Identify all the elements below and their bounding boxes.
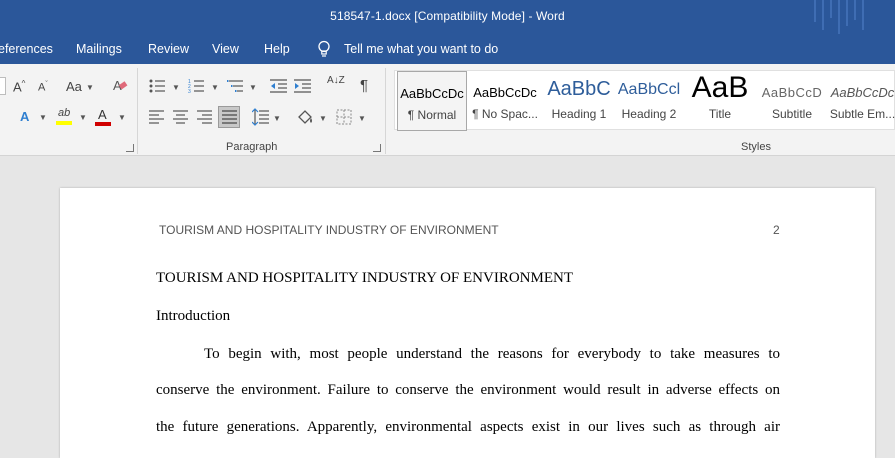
svg-text:3: 3 bbox=[188, 89, 191, 94]
style-name: Subtitle bbox=[771, 107, 813, 121]
style-sample: AaBbC bbox=[547, 78, 611, 100]
highlight-color-swatch bbox=[56, 121, 72, 125]
style-sample: AaBbCcDc bbox=[400, 86, 464, 101]
sort-icon[interactable]: A↓Z bbox=[327, 76, 347, 86]
style-sample: AaB bbox=[691, 71, 749, 104]
numbering-icon[interactable]: 123 bbox=[188, 78, 206, 94]
chevron-down-icon[interactable]: ▼ bbox=[273, 114, 281, 123]
bullets-icon[interactable] bbox=[149, 78, 167, 94]
ribbon-tab-bar: eferences Mailings Review View Help Tell… bbox=[0, 34, 895, 64]
page-header-text: TOURISM AND HOSPITALITY INDUSTRY OF ENVI… bbox=[159, 223, 499, 237]
style-sample: AaBbCcl bbox=[617, 81, 681, 98]
align-left-icon[interactable] bbox=[149, 110, 165, 124]
borders-icon[interactable] bbox=[336, 109, 352, 125]
shrink-font-icon[interactable]: Aˇ bbox=[38, 81, 48, 94]
font-color-icon: A bbox=[98, 107, 107, 122]
page-number: 2 bbox=[773, 223, 780, 237]
tab-references[interactable]: eferences bbox=[0, 42, 53, 56]
window-title: 518547-1.docx [Compatibility Mode] - Wor… bbox=[330, 9, 565, 23]
style-name: Heading 2 bbox=[621, 107, 677, 121]
style-subtitle[interactable]: AaBbCcD Subtitle bbox=[757, 71, 827, 131]
style-no-spacing[interactable]: AaBbCcDc ¶ No Spac... bbox=[469, 71, 541, 131]
justify-button[interactable] bbox=[218, 106, 240, 128]
chevron-down-icon[interactable]: ▼ bbox=[358, 114, 366, 123]
style-name: Heading 1 bbox=[551, 107, 607, 121]
chevron-down-icon[interactable]: ▼ bbox=[79, 113, 87, 122]
style-subtle-emphasis[interactable]: AaBbCcDc Subtle Em... bbox=[829, 71, 895, 131]
document-title: TOURISM AND HOSPITALITY INDUSTRY OF ENVI… bbox=[156, 270, 574, 286]
font-color-button[interactable]: A bbox=[95, 107, 113, 127]
tab-view[interactable]: View bbox=[212, 42, 239, 56]
highlight-color-button[interactable]: ab bbox=[56, 107, 74, 127]
style-sample: AaBbCcDc bbox=[830, 85, 895, 100]
styles-group-label: Styles bbox=[741, 141, 771, 153]
style-name: Title bbox=[708, 107, 732, 121]
paragraph-dialog-launcher-icon[interactable] bbox=[373, 144, 381, 152]
highlighter-icon: ab bbox=[58, 107, 71, 119]
align-right-icon[interactable] bbox=[197, 110, 213, 124]
font-color-swatch bbox=[95, 122, 111, 126]
style-sample: AaBbCcDc bbox=[473, 85, 537, 100]
tab-help[interactable]: Help bbox=[264, 42, 290, 56]
ribbon: A^ Aˇ Aa ▼ A A ▼ ab ▼ A ▼ ▼ 123 ▼ ▼ A↓Z … bbox=[0, 64, 895, 156]
style-sample: AaBbCcD bbox=[761, 85, 823, 100]
chevron-down-icon[interactable]: ▼ bbox=[39, 113, 47, 122]
chevron-down-icon[interactable]: ▼ bbox=[319, 114, 327, 123]
style-normal[interactable]: AaBbCcDc ¶ Normal bbox=[397, 71, 467, 131]
styles-gallery: AaBbCcDc ¶ Normal AaBbCcDc ¶ No Spac... … bbox=[394, 70, 895, 131]
multilevel-list-icon[interactable] bbox=[227, 78, 245, 94]
style-name: ¶ Normal bbox=[407, 108, 457, 122]
style-heading-2[interactable]: AaBbCcl Heading 2 bbox=[617, 71, 681, 131]
tell-me-text: Tell me what you want to do bbox=[344, 42, 499, 56]
grow-font-icon[interactable]: A^ bbox=[13, 79, 25, 94]
chevron-down-icon[interactable]: ▼ bbox=[118, 113, 126, 122]
section-heading: Introduction bbox=[156, 308, 231, 324]
title-bar: 518547-1.docx [Compatibility Mode] - Wor… bbox=[0, 0, 895, 34]
style-title[interactable]: AaB Title bbox=[685, 71, 755, 131]
line-spacing-icon[interactable] bbox=[252, 108, 270, 126]
clear-formatting-icon[interactable]: A bbox=[112, 77, 128, 93]
group-separator bbox=[137, 68, 138, 154]
chevron-down-icon[interactable]: ▼ bbox=[211, 83, 219, 92]
body-line: conserve the environment. Failure to con… bbox=[156, 382, 780, 398]
font-dialog-launcher-icon[interactable] bbox=[126, 144, 134, 152]
align-center-icon[interactable] bbox=[173, 110, 189, 124]
document-page[interactable]: TOURISM AND HOSPITALITY INDUSTRY OF ENVI… bbox=[60, 188, 875, 458]
style-heading-1[interactable]: AaBbC Heading 1 bbox=[543, 71, 615, 131]
show-formatting-marks-icon[interactable]: ¶ bbox=[360, 77, 368, 94]
text-effects-icon[interactable]: A bbox=[20, 109, 29, 124]
group-separator bbox=[385, 68, 386, 154]
lightbulb-icon bbox=[318, 40, 330, 57]
change-case-icon[interactable]: Aa bbox=[66, 79, 82, 94]
tab-mailings[interactable]: Mailings bbox=[76, 42, 122, 56]
tab-review[interactable]: Review bbox=[148, 42, 189, 56]
decorative-pattern-icon bbox=[814, 0, 864, 34]
chevron-down-icon[interactable]: ▼ bbox=[86, 83, 94, 92]
chevron-down-icon[interactable]: ▼ bbox=[249, 83, 257, 92]
style-name: ¶ No Spac... bbox=[472, 107, 538, 121]
justify-icon bbox=[222, 110, 237, 124]
paragraph-group-label: Paragraph bbox=[226, 141, 278, 153]
decrease-indent-icon[interactable] bbox=[270, 78, 288, 94]
body-line: To begin with, most people understand th… bbox=[204, 346, 780, 362]
chevron-down-icon[interactable]: ▼ bbox=[172, 83, 180, 92]
body-line: the future generations. Apparently, envi… bbox=[156, 419, 780, 435]
font-size-box-edge bbox=[0, 77, 6, 95]
shading-icon[interactable] bbox=[296, 108, 314, 126]
style-name: Subtle Em... bbox=[829, 107, 895, 121]
increase-indent-icon[interactable] bbox=[294, 78, 312, 94]
